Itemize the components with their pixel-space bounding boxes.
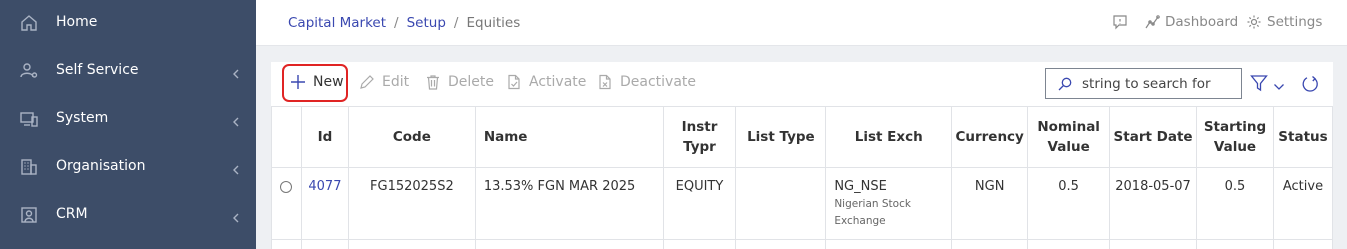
dashboard-icon	[1145, 15, 1160, 29]
trash-icon	[427, 75, 439, 90]
cell-id: 4077	[300, 167, 349, 240]
filter-dropdown[interactable]	[1273, 77, 1285, 96]
table-row[interactable]: 4077 FG152025S2 13.53% FGN MAR 2025 EQUI…	[271, 167, 1334, 240]
column-header-currency[interactable]: Currency	[951, 106, 1029, 168]
cell-starting-value: 0.5	[1196, 167, 1274, 240]
refresh-button[interactable]	[1300, 74, 1320, 98]
user-settings-icon	[19, 61, 39, 81]
breadcrumb-separator: /	[394, 15, 399, 31]
chevron-left-icon	[231, 161, 241, 175]
deactivate-button[interactable]: Deactivate	[597, 74, 696, 90]
feedback-button[interactable]	[1112, 14, 1133, 30]
cell-currency: NGN	[951, 167, 1029, 240]
filter-icon	[1250, 75, 1268, 92]
sidebar-item-system[interactable]: System	[0, 96, 256, 144]
cell-instr-type: EQUITY	[662, 167, 737, 240]
activate-button[interactable]: Activate	[506, 74, 586, 90]
edit-label: Edit	[382, 74, 410, 90]
new-label: New	[313, 74, 344, 90]
activate-label: Activate	[529, 74, 587, 90]
column-header-nominal-value[interactable]: Nominal Value	[1027, 106, 1111, 168]
column-header-starting-value[interactable]: Starting Value	[1196, 106, 1274, 168]
feedback-icon	[1113, 15, 1127, 30]
equities-panel: New Edit Delete Activate Deactivate stri…	[271, 62, 1334, 249]
home-icon	[19, 13, 39, 33]
sidebar-item-label: Home	[56, 14, 98, 30]
plus-icon	[291, 75, 305, 89]
column-header-id[interactable]: Id	[300, 106, 349, 168]
column-header-list-type[interactable]: List Type	[735, 106, 827, 168]
sidebar-item-label: Self Service	[56, 62, 139, 78]
devices-icon	[19, 109, 39, 129]
column-header-select	[271, 106, 302, 168]
id-link[interactable]: 4077	[308, 179, 341, 194]
settings-link[interactable]: Settings	[1246, 14, 1322, 30]
settings-label: Settings	[1267, 14, 1323, 30]
filter-button[interactable]	[1250, 74, 1268, 96]
pencil-icon	[360, 75, 374, 89]
chevron-left-icon	[231, 209, 241, 223]
table-header-row: Id Code Name Instr Typr List Type List E…	[271, 106, 1334, 168]
cell-name: 13.53% FGN MAR 2025	[474, 167, 664, 240]
delete-label: Delete	[448, 74, 494, 90]
table-row	[271, 239, 1334, 249]
sidebar-item-crm[interactable]: CRM	[0, 192, 256, 240]
cell-status: Active	[1272, 167, 1334, 240]
column-header-instr-type[interactable]: Instr Typr	[662, 106, 737, 168]
refresh-icon	[1302, 76, 1318, 92]
chevron-down-icon	[1274, 84, 1284, 90]
column-header-code[interactable]: Code	[347, 106, 476, 168]
breadcrumb: Capital Market / Setup / Equities	[288, 15, 520, 31]
dashboard-label: Dashboard	[1165, 14, 1239, 30]
search-icon	[1058, 77, 1072, 91]
row-select-cell	[271, 167, 302, 240]
sidebar-item-home[interactable]: Home	[0, 0, 256, 48]
sidebar-item-label: Organisation	[56, 158, 146, 174]
search-input[interactable]	[1082, 74, 1232, 94]
breadcrumb-separator: /	[453, 15, 459, 31]
top-bar: Capital Market / Setup / Equities Dashbo…	[256, 0, 1347, 46]
column-header-name[interactable]: Name	[474, 106, 664, 168]
equities-table: Id Code Name Instr Typr List Type List E…	[271, 106, 1334, 249]
delete-button[interactable]: Delete	[425, 74, 494, 90]
breadcrumb-capital-market[interactable]: Capital Market	[288, 15, 386, 31]
gear-icon	[1247, 15, 1261, 29]
list-exch-code: NG_NSE	[834, 179, 887, 194]
cell-code: FG152025S2	[347, 167, 476, 240]
building-icon	[19, 157, 39, 177]
chevron-left-icon	[231, 65, 241, 79]
breadcrumb-equities: Equities	[466, 15, 521, 31]
deactivate-label: Deactivate	[620, 74, 697, 90]
list-exch-description: Nigerian Stock Exchange	[834, 198, 911, 227]
sidebar-item-organisation[interactable]: Organisation	[0, 144, 256, 192]
column-header-start-date[interactable]: Start Date	[1109, 106, 1197, 168]
edit-button[interactable]: Edit	[359, 74, 409, 90]
dashboard-link[interactable]: Dashboard	[1144, 14, 1238, 30]
column-header-status[interactable]: Status	[1272, 106, 1334, 168]
cell-nominal-value: 0.5	[1027, 167, 1111, 240]
document-check-icon	[508, 74, 520, 90]
contact-icon	[19, 205, 39, 225]
row-select-radio[interactable]	[280, 181, 293, 193]
chevron-left-icon	[231, 113, 241, 127]
sidebar-item-self-service[interactable]: Self Service	[0, 48, 256, 96]
search-box	[1045, 68, 1242, 99]
document-x-icon	[599, 74, 611, 90]
breadcrumb-setup[interactable]: Setup	[407, 15, 446, 31]
cell-list-exch: NG_NSE Nigerian Stock Exchange	[825, 167, 953, 240]
new-button[interactable]: New	[290, 74, 344, 90]
sidebar: Home Self Service System Organisation CR…	[0, 0, 256, 249]
toolbar: New Edit Delete Activate Deactivate	[271, 62, 1333, 106]
sidebar-item-label: System	[56, 110, 109, 126]
sidebar-item-label: CRM	[56, 206, 88, 222]
column-header-list-exch[interactable]: List Exch	[825, 106, 953, 168]
cell-start-date: 2018-05-07	[1109, 167, 1197, 240]
cell-list-type	[735, 167, 827, 240]
